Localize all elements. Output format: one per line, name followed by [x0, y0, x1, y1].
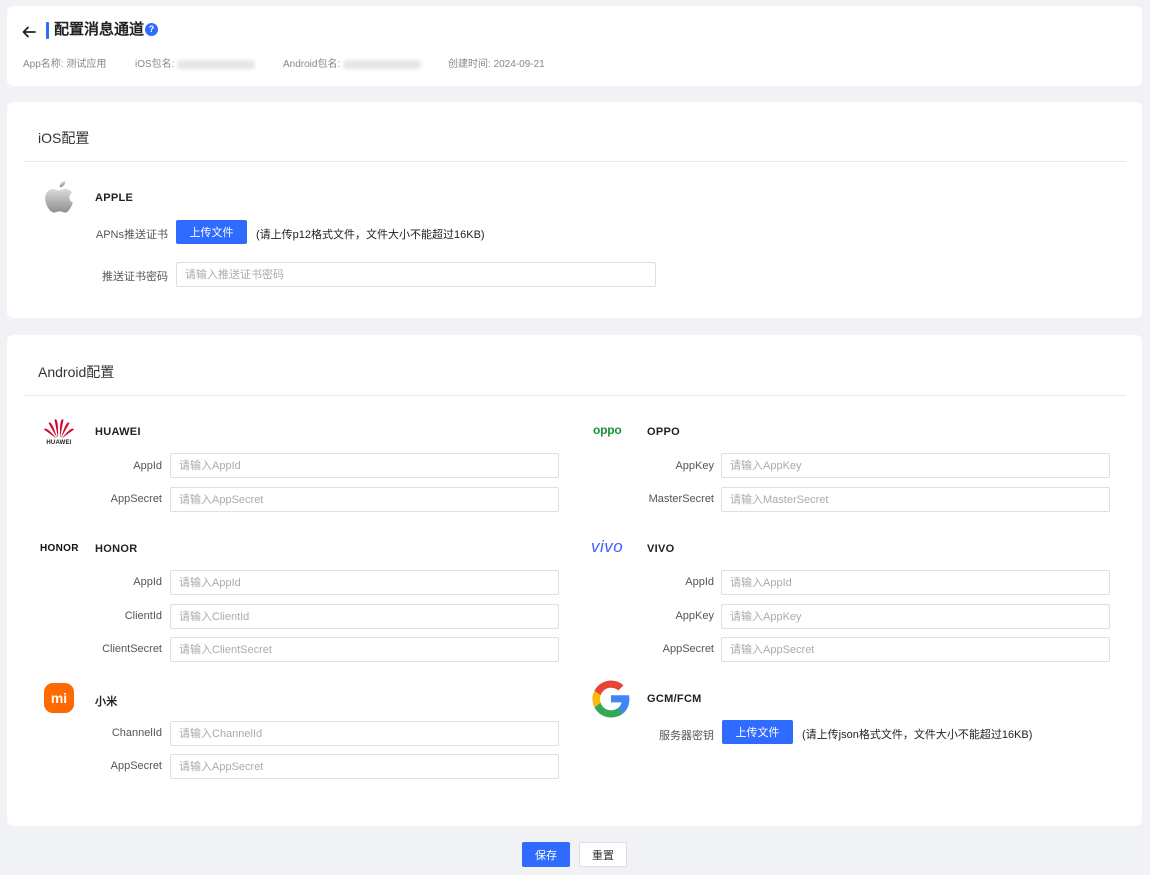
- cert-password-input[interactable]: [176, 262, 656, 287]
- xiaomi-logo: mi: [44, 683, 74, 713]
- ios-divider: [23, 161, 1126, 162]
- ios-section-title: iOS配置: [38, 130, 90, 146]
- ios-package-label: iOS包名:: [135, 59, 175, 70]
- android-divider: [23, 395, 1126, 396]
- back-arrow-icon[interactable]: [22, 25, 36, 39]
- title-accent-bar: [46, 22, 49, 39]
- oppo-mastersecret-input[interactable]: [721, 487, 1110, 512]
- android-config-card: Android配置 HUAWEI HUAWEI AppId AppSecret …: [7, 335, 1142, 826]
- app-name-meta: App名称: 测试应用: [23, 55, 106, 70]
- honor-appid-label: AppId: [133, 576, 162, 588]
- oppo-appkey-input[interactable]: [721, 453, 1110, 478]
- vivo-logo: vivo: [591, 537, 624, 556]
- app-name-value: 测试应用: [66, 59, 107, 70]
- gcm-vendor-name: GCM/FCM: [647, 693, 702, 705]
- gcm-upload-button[interactable]: 上传文件: [722, 720, 793, 744]
- created-time-meta: 创建时间: 2024-09-21: [448, 55, 545, 70]
- apple-logo-icon: [45, 181, 73, 213]
- xiaomi-channelid-label: ChannelId: [111, 727, 162, 739]
- created-time-label: 创建时间:: [448, 59, 491, 70]
- reset-button[interactable]: 重置: [579, 842, 627, 867]
- honor-clientid-label: ClientId: [124, 610, 162, 622]
- huawei-appsecret-label: AppSecret: [110, 493, 162, 505]
- ios-package-meta: iOS包名:: [135, 55, 256, 70]
- honor-logo: HONOR: [40, 543, 79, 554]
- huawei-logo-text: HUAWEI: [46, 440, 72, 446]
- huawei-appid-label: AppId: [133, 460, 162, 472]
- ios-config-card: iOS配置 APPLE APNs推送证书 上传文件 (请上传p12格式文件，文件…: [7, 102, 1142, 318]
- vivo-appsecret-label: AppSecret: [662, 643, 714, 655]
- ios-package-value-blurred: [177, 59, 256, 69]
- vivo-vendor-name: VIVO: [647, 543, 675, 555]
- huawei-vendor-name: HUAWEI: [95, 426, 141, 438]
- help-icon[interactable]: ?: [145, 23, 158, 36]
- honor-clientid-input[interactable]: [170, 604, 559, 629]
- vivo-appkey-input[interactable]: [721, 604, 1110, 629]
- android-section-title: Android配置: [38, 364, 115, 380]
- oppo-mastersecret-label: MasterSecret: [648, 493, 714, 505]
- honor-appid-input[interactable]: [170, 570, 559, 595]
- android-package-meta: Android包名:: [283, 55, 422, 70]
- page-title: 配置消息通道: [54, 21, 145, 38]
- oppo-logo: oppo: [593, 423, 622, 437]
- created-time-value: 2024-09-21: [493, 59, 545, 70]
- vivo-appid-input[interactable]: [721, 570, 1110, 595]
- honor-vendor-name: HONOR: [95, 543, 138, 555]
- oppo-appkey-label: AppKey: [675, 460, 714, 472]
- apns-upload-button[interactable]: 上传文件: [176, 220, 247, 244]
- android-package-value-blurred: [343, 59, 422, 69]
- huawei-petals-icon: [44, 419, 74, 439]
- honor-clientsecret-label: ClientSecret: [102, 643, 162, 655]
- apns-cert-label: APNs推送证书: [95, 229, 168, 241]
- cert-password-label: 推送证书密码: [102, 271, 168, 283]
- vivo-appid-label: AppId: [685, 576, 714, 588]
- xiaomi-appsecret-input[interactable]: [170, 754, 559, 779]
- xiaomi-appsecret-label: AppSecret: [110, 760, 162, 772]
- vivo-appkey-label: AppKey: [675, 610, 714, 622]
- xiaomi-vendor-name: 小米: [95, 696, 118, 708]
- huawei-appsecret-input[interactable]: [170, 487, 559, 512]
- apns-upload-hint: (请上传p12格式文件，文件大小不能超过16KB): [256, 229, 485, 241]
- gcm-server-key-label: 服务器密钥: [659, 730, 714, 742]
- save-button[interactable]: 保存: [522, 842, 570, 867]
- huawei-appid-input[interactable]: [170, 453, 559, 478]
- oppo-vendor-name: OPPO: [647, 426, 680, 438]
- header-card: 配置消息通道 ? App名称: 测试应用 iOS包名: Android包名: 创…: [7, 6, 1142, 86]
- gcm-upload-hint: (请上传json格式文件，文件大小不能超过16KB): [802, 729, 1033, 741]
- honor-clientsecret-input[interactable]: [170, 637, 559, 662]
- google-logo-icon: [592, 680, 630, 718]
- vivo-appsecret-input[interactable]: [721, 637, 1110, 662]
- app-name-label: App名称:: [23, 59, 64, 70]
- android-package-label: Android包名:: [283, 59, 341, 70]
- apple-vendor-name: APPLE: [95, 192, 134, 204]
- xiaomi-channelid-input[interactable]: [170, 721, 559, 746]
- huawei-logo: HUAWEI: [41, 417, 77, 449]
